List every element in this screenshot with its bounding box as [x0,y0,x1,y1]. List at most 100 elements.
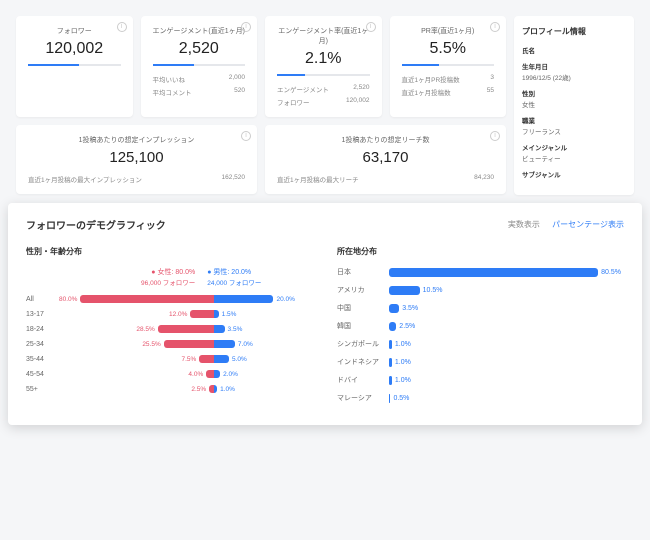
male-pct: 1.5% [219,311,240,318]
metric-value: 125,100 [28,149,245,166]
location-pct: 3.5% [399,305,421,312]
info-icon[interactable]: i [241,22,251,32]
age-label: 18-24 [26,326,56,333]
location-label: シンガポール [337,339,389,349]
location-label: アメリカ [337,285,389,295]
age-row: 18-24 28.5% 3.5% [26,325,313,333]
display-toggle: 実数表示 パーセンテージ表示 [508,219,624,230]
info-icon[interactable]: i [366,22,376,32]
metric-label: 1投稿あたりの想定リーチ数 [277,135,494,145]
profile-item: 性別女性 [522,88,626,109]
location-row: ドバイ 1.0% [337,375,624,385]
age-label: 25-34 [26,341,56,348]
metric-label: エンゲージメント率(直近1ヶ月) [277,26,370,46]
female-bar [199,355,214,363]
profile-item: 氏名 [522,45,626,55]
location-label: インドネシア [337,357,389,367]
female-bar [206,370,214,378]
metric-bar [277,74,370,76]
metric-bar [402,64,495,66]
male-dot-icon: ● [207,269,211,276]
profile-panel: プロフィール情報 氏名生年月日1996/12/5 (22歳) 性別女性職業フリーラ… [514,16,634,195]
age-row: 55+ 2.5% 1.0% [26,385,313,393]
age-gender-heading: 性別・年齢分布 [26,246,313,257]
female-bar [164,340,214,348]
location-row: 日本 80.5% [337,267,624,277]
location-label: マレーシア [337,393,389,403]
demographics-panel: フォロワーのデモグラフィック 実数表示 パーセンテージ表示 性別・年齢分布 ● … [8,203,642,425]
demographics-title: フォロワーのデモグラフィック [26,217,166,232]
profile-heading: プロフィール情報 [522,26,626,37]
age-row: All 80.0% 20.0% [26,295,313,303]
age-row: 35-44 7.5% 5.0% [26,355,313,363]
location-bar [389,304,399,313]
metric-value: 2.1% [277,50,370,68]
metric-label: エンゲージメント(直近1ヶ月) [153,26,246,36]
location-row: シンガポール 1.0% [337,339,624,349]
age-row: 25-34 25.5% 7.0% [26,340,313,348]
male-pct: 20.0% [273,296,297,303]
age-row: 13-17 12.0% 1.5% [26,310,313,318]
location-row: 韓国 2.5% [337,321,624,331]
wide-metric-card: i 1投稿あたりの想定インプレッション 125,100 直近1ヶ月投稿の最大イン… [16,125,257,194]
metric-value: 5.5% [402,40,495,58]
location-pct: 10.5% [420,287,446,294]
metric-bar [153,64,246,66]
female-bar [158,325,214,333]
metric-value: 63,170 [277,149,494,166]
age-label: 45-54 [26,371,56,378]
location-row: マレーシア 0.5% [337,393,624,403]
female-pct: 12.0% [166,311,190,318]
male-pct: 2.0% [220,371,241,378]
location-label: ドバイ [337,375,389,385]
profile-item: メインジャンルビューティー [522,142,626,163]
female-pct: 2.5% [188,386,209,393]
age-row: 45-54 4.0% 2.0% [26,370,313,378]
location-bar [389,268,598,277]
female-pct: 25.5% [139,341,163,348]
metric-bar [28,64,121,66]
location-pct: 1.0% [392,359,414,366]
info-icon[interactable]: i [117,22,127,32]
location-label: 日本 [337,267,389,277]
location-row: 中国 3.5% [337,303,624,313]
toggle-count[interactable]: 実数表示 [508,220,540,229]
age-label: 35-44 [26,356,56,363]
male-bar [214,355,229,363]
wide-metric-card: i 1投稿あたりの想定リーチ数 63,170 直近1ヶ月投稿の最大リーチ84,2… [265,125,506,194]
male-pct: 3.5% [225,326,246,333]
age-label: 13-17 [26,311,56,318]
female-bar [190,310,214,318]
info-icon[interactable]: i [490,22,500,32]
female-pct: 80.0% [56,296,80,303]
info-icon[interactable]: i [490,131,500,141]
location-row: インドネシア 1.0% [337,357,624,367]
info-icon[interactable]: i [241,131,251,141]
location-label: 韓国 [337,321,389,331]
male-pct: 5.0% [229,356,250,363]
metric-label: フォロワー [28,26,121,36]
male-bar [214,295,273,303]
male-pct: 1.0% [217,386,238,393]
location-pct: 1.0% [392,341,414,348]
location-heading: 所在地分布 [337,246,624,257]
female-pct: 4.0% [185,371,206,378]
male-bar [214,340,235,348]
metric-card: i エンゲージメント率(直近1ヶ月) 2.1% エンゲージメント2,520フォロ… [265,16,382,117]
profile-item: 生年月日1996/12/5 (22歳) [522,61,626,82]
age-label: 55+ [26,386,56,393]
gender-legend: ● 女性: 80.0% 96,000 フォロワー ● 男性: 20.0% 24,… [26,267,313,287]
profile-item: 職業フリーランス [522,115,626,136]
female-dot-icon: ● [151,269,155,276]
metric-card: i フォロワー 120,002 [16,16,133,117]
female-pct: 7.5% [179,356,200,363]
metric-label: 1投稿あたりの想定インプレッション [28,135,245,145]
metric-label: PR率(直近1ヶ月) [402,26,495,36]
female-pct: 28.5% [133,326,157,333]
location-bar [389,322,396,331]
female-bar [80,295,214,303]
location-label: 中国 [337,303,389,313]
toggle-percent[interactable]: パーセンテージ表示 [552,220,624,229]
location-pct: 1.0% [392,377,414,384]
location-pct: 0.5% [390,395,412,402]
